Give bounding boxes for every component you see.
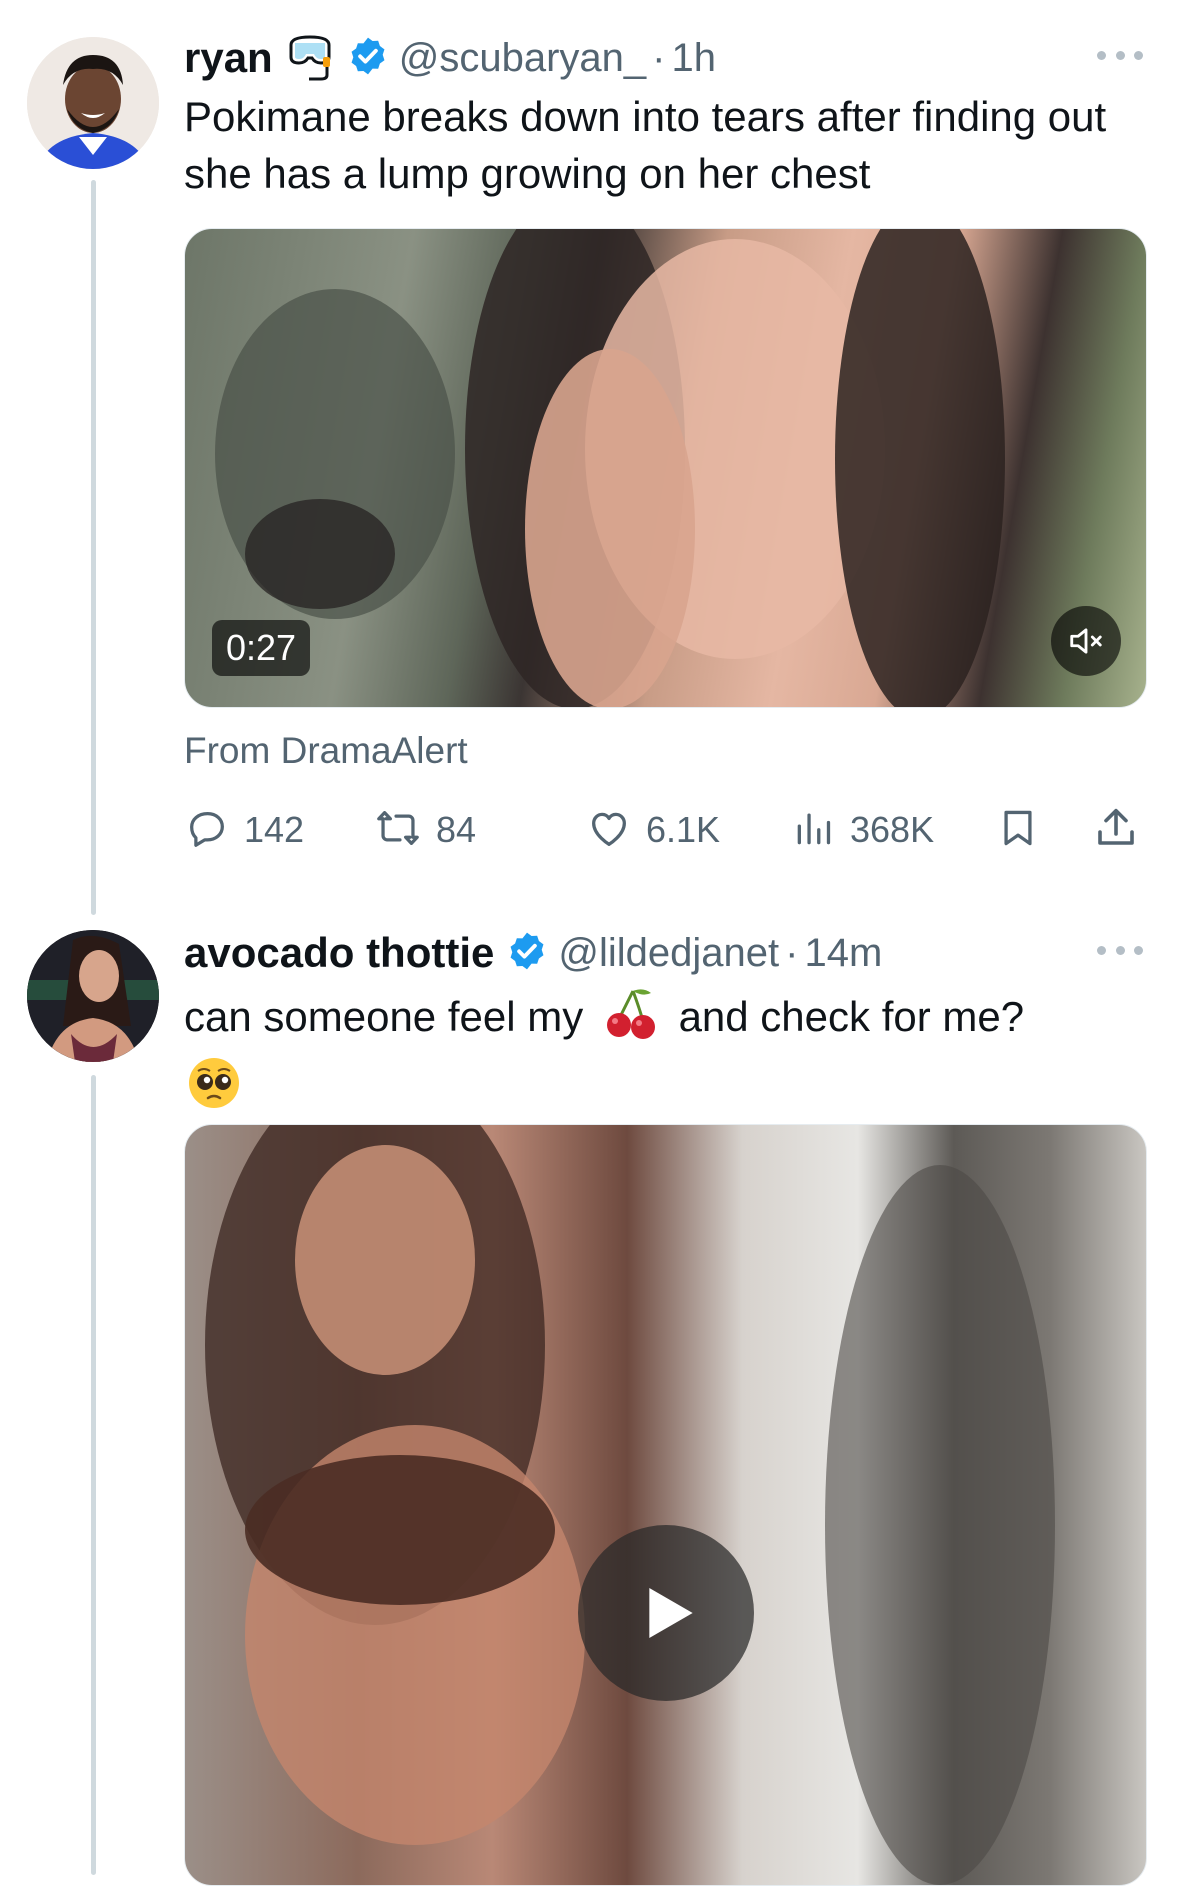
- bookmark-icon: [996, 804, 1040, 857]
- verified-badge-icon: [347, 35, 389, 82]
- author-name[interactable]: avocado thottie: [184, 929, 494, 977]
- share-icon: [1092, 804, 1140, 857]
- share-button[interactable]: [1092, 800, 1140, 860]
- mute-icon[interactable]: [1051, 606, 1121, 676]
- video-duration: 0:27: [212, 620, 311, 676]
- author-name[interactable]: ryan: [184, 34, 273, 82]
- thread-line: [91, 1075, 96, 1875]
- diving-mask-icon: [285, 31, 335, 86]
- reply-count: 142: [244, 809, 305, 850]
- video-player[interactable]: [184, 1124, 1147, 1886]
- tweet-time[interactable]: 1h: [671, 36, 716, 81]
- tweet-text-part-1: can someone feel my: [184, 993, 584, 1040]
- separator-dot: ·: [785, 930, 799, 975]
- repost-button[interactable]: 84: [374, 800, 476, 860]
- tweet-text: Pokimane breaks down into tears after fi…: [184, 93, 1107, 197]
- tweet-1-header: ryan @scubaryan_ · 1h: [184, 28, 716, 88]
- like-count: 6.1K: [646, 809, 721, 850]
- verified-badge-icon: [506, 930, 548, 977]
- reply-button[interactable]: 142: [184, 800, 304, 860]
- avatar-avocado-thottie[interactable]: [27, 930, 159, 1062]
- play-button-icon[interactable]: [578, 1525, 754, 1701]
- repost-icon: [374, 805, 422, 856]
- like-button[interactable]: 6.1K: [586, 800, 720, 860]
- tweet-actions: 142 84 6.1K 368K: [184, 800, 1145, 860]
- views-icon: [792, 805, 836, 856]
- views-button[interactable]: 368K: [792, 800, 934, 860]
- tweet-2-header: avocado thottie @lildedjanet · 14m: [184, 923, 882, 983]
- author-handle[interactable]: @scubaryan_: [399, 36, 646, 81]
- video-source[interactable]: From DramaAlert: [184, 730, 468, 772]
- thread-line: [91, 180, 96, 915]
- cherries-icon: [603, 985, 659, 1055]
- author-handle[interactable]: @lildedjanet: [558, 931, 779, 976]
- avatar-ryan[interactable]: [27, 37, 159, 169]
- tweet-time[interactable]: 14m: [804, 931, 882, 976]
- views-count: 368K: [850, 809, 935, 850]
- separator-dot: ·: [652, 35, 666, 80]
- more-options-icon[interactable]: [1097, 45, 1143, 65]
- tweet-text: can someone feel my and check for me?: [184, 985, 1144, 1125]
- heart-icon: [586, 805, 632, 856]
- tweet-text-part-2: and check for me?: [678, 993, 1025, 1040]
- repost-count: 84: [436, 809, 477, 850]
- more-options-icon[interactable]: [1097, 940, 1143, 960]
- bookmark-button[interactable]: [996, 800, 1040, 860]
- pleading-face-icon: [186, 1055, 242, 1125]
- reply-icon: [184, 805, 230, 856]
- video-player[interactable]: [184, 228, 1147, 708]
